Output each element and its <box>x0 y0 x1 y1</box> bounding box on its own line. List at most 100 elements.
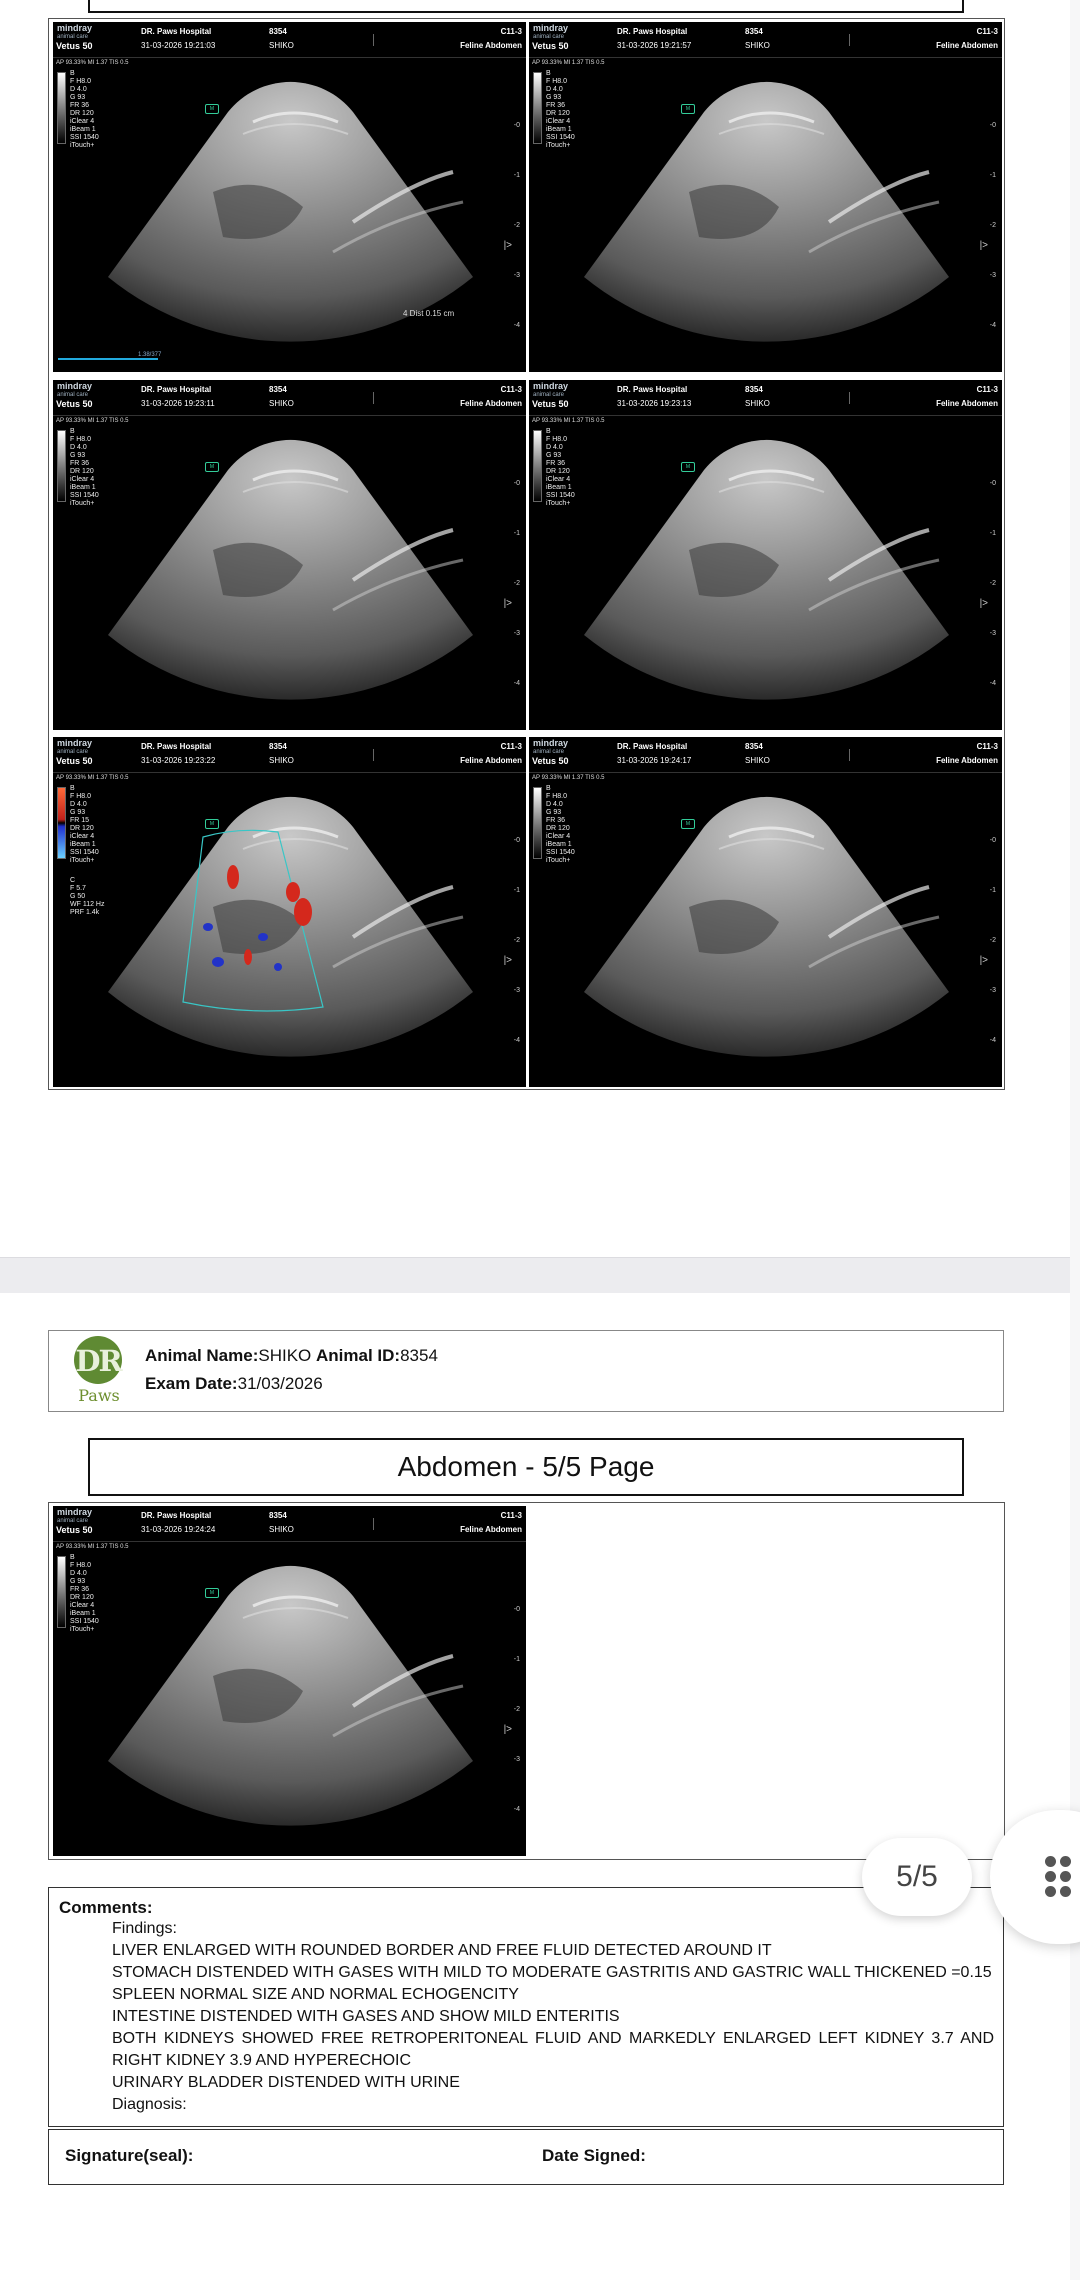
depth-tick-label: -3 <box>513 1756 520 1763</box>
depth-tick-label: -1 <box>989 172 996 179</box>
depth-tick-label: -3 <box>513 630 520 637</box>
ultrasound-sector <box>584 796 949 1057</box>
depth-tick-label: -3 <box>513 272 520 279</box>
ultrasound-image-3: mindray animal care Vetus 50 DR. Paws Hospi… <box>53 380 526 730</box>
depth-tick-label: -3 <box>989 630 996 637</box>
depth-tick-label: -4 <box>989 322 996 329</box>
animal-id-label: Animal ID: <box>316 1346 401 1365</box>
exam-date-value: 31/03/2026 <box>237 1374 323 1393</box>
depth-tick-label: -3 <box>989 272 996 279</box>
ultrasound-sector <box>584 81 949 342</box>
animal-info-line: Animal Name:SHIKO Animal ID:8354 <box>145 1346 438 1366</box>
ultrasound-image-5: mindray animal care Vetus 50 DR. Paws Hospi… <box>53 737 526 1087</box>
depth-tick-label: -2 <box>989 222 996 229</box>
ultrasound-image-2: mindray animal care Vetus 50 DR. Paws Hospi… <box>529 22 1002 372</box>
focus-marker: |> <box>503 598 512 609</box>
depth-tick-label: -4 <box>513 1806 520 1813</box>
findings-label: Findings: <box>112 1920 177 1937</box>
depth-tick-label: -2 <box>989 580 996 587</box>
depth-tick-label: -1 <box>513 530 520 537</box>
focus-marker: |> <box>503 955 512 966</box>
depth-tick-label: -2 <box>513 1706 520 1713</box>
comments-title: Comments: <box>59 1898 153 1917</box>
ultrasound-sector <box>108 1565 473 1826</box>
depth-tick-label: -2 <box>989 937 996 944</box>
grid-dot <box>1045 1886 1056 1897</box>
depth-tick-label: -1 <box>989 530 996 537</box>
finding-spleen: SPLEEN NORMAL SIZE AND NORMAL ECHOGENCIT… <box>112 1986 519 2003</box>
page-separator <box>0 1257 1070 1294</box>
cine-scale-text: 1.38/377 <box>138 352 162 358</box>
finding-stomach: STOMACH DISTENDED WITH GASES WITH MILD T… <box>112 1964 992 1981</box>
signature-seal-label: Signature(seal): <box>65 2146 194 2165</box>
depth-scale: -0 -1 -2 -3 -4 <box>506 1606 520 1836</box>
depth-tick-label: -2 <box>513 222 520 229</box>
ultrasound-image-1: mindray animal care Vetus 50 DR. Paws Hospi… <box>53 22 526 372</box>
finding-kidneys: BOTH KIDNEYS SHOWED FREE RETROPERITONEAL… <box>112 2030 994 2069</box>
focus-marker: |> <box>503 1724 512 1735</box>
ultrasound-image-6: mindray animal care Vetus 50 DR. Paws Hospi… <box>529 737 1002 1087</box>
depth-tick-label: -0 <box>513 480 520 487</box>
logo-paws-text: Paws <box>78 1386 120 1405</box>
finding-liver: LIVER ENLARGED WITH ROUNDED BORDER AND F… <box>112 1942 772 1959</box>
depth-scale: -0 -1 -2 -3 -4 <box>506 122 520 352</box>
page-counter-badge[interactable]: 5/5 <box>862 1838 972 1916</box>
ultrasound-image-4: mindray animal care Vetus 50 DR. Paws Hospi… <box>529 380 1002 730</box>
depth-tick-label: -4 <box>513 322 520 329</box>
depth-tick-label: -4 <box>989 680 996 687</box>
ultrasound-sector <box>108 439 473 700</box>
depth-tick-label: -4 <box>989 1037 996 1044</box>
depth-scale: -0 -1 -2 -3 -4 <box>982 122 996 352</box>
depth-tick-label: -0 <box>513 837 520 844</box>
depth-scale: -0 -1 -2 -3 -4 <box>982 480 996 710</box>
focus-marker: |> <box>503 240 512 251</box>
depth-tick-label: -0 <box>513 122 520 129</box>
patient-info-box: DR Paws Animal Name:SHIKO Animal ID:8354… <box>48 1330 1004 1412</box>
depth-tick-label: -2 <box>513 580 520 587</box>
ultrasound-image-7: mindray animal care Vetus 50 DR. Paws Hospi… <box>53 1506 526 1856</box>
depth-tick-label: -3 <box>513 987 520 994</box>
depth-tick-label: -0 <box>989 837 996 844</box>
grid-dots-icon <box>1045 1856 1056 1867</box>
finding-intestine: INTESTINE DISTENDED WITH GASES AND SHOW … <box>112 2008 620 2025</box>
animal-name-value: SHIKO <box>258 1346 312 1365</box>
logo-dr-mark: DR <box>74 1336 123 1384</box>
page-title: Abdomen - 5/5 Page <box>88 1438 964 1496</box>
depth-tick-label: -2 <box>513 937 520 944</box>
depth-tick-label: -0 <box>989 122 996 129</box>
depth-tick-label: -1 <box>513 172 520 179</box>
animal-name-label: Animal Name: <box>145 1346 259 1365</box>
depth-scale: -0 -1 -2 -3 -4 <box>506 480 520 710</box>
page-title-fragment <box>88 0 964 13</box>
ultrasound-sector <box>108 81 473 342</box>
depth-scale: -0 -1 -2 -3 -4 <box>982 837 996 1067</box>
depth-tick-label: -3 <box>989 987 996 994</box>
animal-id-value: 8354 <box>400 1346 438 1365</box>
depth-tick-label: -1 <box>989 887 996 894</box>
cine-scale-bar <box>58 358 158 360</box>
depth-tick-label: -0 <box>513 1606 520 1613</box>
focus-marker: |> <box>979 240 988 251</box>
color-doppler-roi <box>182 829 324 1012</box>
depth-tick-label: -0 <box>989 480 996 487</box>
ultrasound-sector <box>584 439 949 700</box>
comments-box: Comments: Findings: LIVER ENLARGED WITH … <box>48 1887 1004 2127</box>
date-signed-label: Date Signed: <box>542 2146 646 2165</box>
depth-tick-label: -4 <box>513 1037 520 1044</box>
focus-marker: |> <box>979 598 988 609</box>
clinic-logo: DR Paws <box>73 1336 123 1406</box>
distance-measurement: 4 Dist 0.15 cm <box>403 309 455 318</box>
depth-tick-label: -1 <box>513 887 520 894</box>
grid-dot <box>1060 1886 1071 1897</box>
grid-dot <box>1060 1856 1071 1867</box>
focus-marker: |> <box>979 955 988 966</box>
depth-tick-label: -1 <box>513 1656 520 1663</box>
depth-tick-label: -4 <box>513 680 520 687</box>
grid-dot <box>1060 1871 1071 1882</box>
finding-bladder: URINARY BLADDER DISTENDED WITH URINE <box>112 2074 460 2091</box>
signature-box: Signature(seal): Date Signed: <box>48 2129 1004 2185</box>
exam-date-line: Exam Date:31/03/2026 <box>145 1374 323 1394</box>
grid-dot <box>1045 1871 1056 1882</box>
exam-date-label: Exam Date: <box>145 1374 238 1393</box>
depth-scale: -0 -1 -2 -3 -4 <box>506 837 520 1067</box>
